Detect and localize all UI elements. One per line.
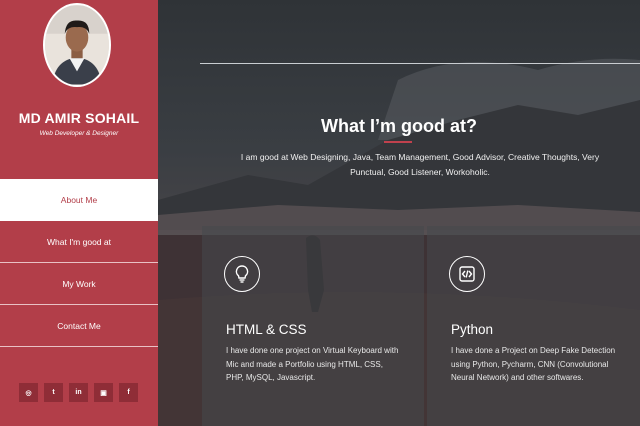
- github-icon[interactable]: ◎: [19, 383, 38, 402]
- nav-item-about-me[interactable]: About Me: [0, 179, 158, 221]
- profile-photo: [45, 5, 109, 85]
- divider-line: [200, 63, 640, 64]
- facebook-icon[interactable]: f: [119, 383, 138, 402]
- lightbulb-icon: [224, 256, 260, 292]
- nav-item-contact-me[interactable]: Contact Me: [0, 305, 158, 347]
- title-underline: [384, 141, 412, 143]
- section-intro: I am good at Web Designing, Java, Team M…: [240, 152, 600, 177]
- profile-name: MD AMIR SOHAIL: [18, 110, 140, 126]
- nav-item-my-work[interactable]: My Work: [0, 263, 158, 305]
- main-section: What I’m good at? I am good at Web Desig…: [158, 0, 640, 426]
- skill-card-html-css: HTML & CSS I have done one project on Vi…: [202, 226, 424, 426]
- instagram-icon[interactable]: ▣: [94, 383, 113, 402]
- card-text: I have done one project on Virtual Keybo…: [226, 346, 399, 382]
- profile-role: Web Developer & Designer: [39, 130, 119, 137]
- twitter-icon[interactable]: t: [44, 383, 63, 402]
- code-icon: [449, 256, 485, 292]
- nav-item-what-im-good-at[interactable]: What I'm good at: [0, 221, 158, 263]
- linkedin-icon[interactable]: in: [69, 383, 88, 402]
- card-title: HTML & CSS: [226, 322, 307, 337]
- skill-card-python: Python I have done a Project on Deep Fak…: [427, 226, 640, 426]
- card-text: I have done a Project on Deep Fake Detec…: [451, 346, 616, 382]
- sidebar-nav: About Me What I'm good at My Work Contac…: [0, 179, 158, 347]
- section-title: What I’m good at?: [321, 116, 477, 136]
- social-links: ◎ t in ▣ f: [19, 383, 138, 402]
- sidebar: MD AMIR SOHAIL Web Developer & Designer …: [0, 0, 158, 426]
- card-title: Python: [451, 322, 494, 337]
- avatar: [43, 3, 111, 87]
